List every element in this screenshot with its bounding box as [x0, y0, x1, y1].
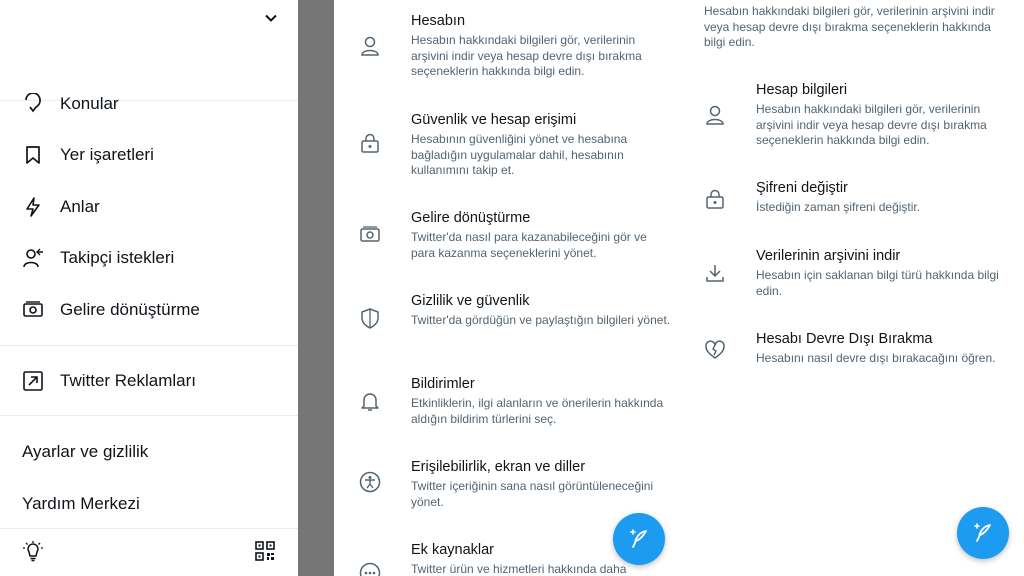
drawer-item-label: Anlar [60, 197, 100, 216]
account-row-title: Şifreni değiştir [756, 180, 848, 196]
external-link-icon [22, 370, 44, 392]
settings-row-desc: Twitter içeriğinin sana nasıl görüntülen… [411, 479, 654, 509]
shield-icon [359, 307, 381, 329]
drawer-item-bookmarks[interactable]: Yer işaretleri [0, 135, 298, 175]
account-intro-text: Hesabın hakkındaki bilgileri gör, verile… [704, 4, 995, 50]
settings-row-privacy[interactable]: Gizlilik ve güvenlik Twitter'da gördüğün… [334, 293, 690, 349]
drawer-item-moments[interactable]: Anlar [0, 187, 298, 227]
account-row-desc: İstediğin zaman şifreni değiştir. [756, 200, 921, 214]
drawer-item-label: Yer işaretleri [60, 145, 154, 164]
account-row-desc: Hesabın hakkındaki bilgileri gör, verile… [756, 102, 987, 148]
content-overlay[interactable] [298, 0, 334, 576]
account-row-title: Hesap bilgileri [756, 82, 848, 98]
drawer-item-label: Twitter Reklamları [60, 371, 197, 390]
settings-row-accessibility[interactable]: Erişilebilirlik, ekran ve diller Twitter… [334, 459, 690, 515]
account-row-download-archive[interactable]: Verilerinin arşivini indir Hesabın için … [690, 248, 1024, 304]
help-center-link[interactable]: Yardım Merkezi [22, 494, 140, 514]
settings-row-desc: Twitter'da nasıl para kazanabileceğini g… [411, 230, 647, 260]
settings-row-desc: Hesabın hakkındaki bilgileri gör, verile… [411, 33, 642, 79]
settings-row-security[interactable]: Güvenlik ve hesap erişimi Hesabının güve… [334, 112, 690, 182]
bell-icon [359, 390, 381, 412]
topics-icon [22, 93, 44, 115]
divider [0, 528, 298, 529]
divider [0, 415, 298, 416]
settings-panel: Hesabın Hesabın hakkındaki bilgileri gör… [334, 0, 690, 576]
side-drawer: Konular Yer işaretleri Anlar Takipçi ist… [0, 0, 298, 576]
compose-tweet-button[interactable] [957, 507, 1009, 559]
account-row-change-password[interactable]: Şifreni değiştir İstediğin zaman şifreni… [690, 180, 1024, 220]
person-icon [359, 35, 381, 57]
settings-row-title: Gelire dönüştürme [411, 210, 531, 226]
account-row-title: Hesabı Devre Dışı Bırakma [756, 331, 933, 347]
settings-row-title: Erişilebilirlik, ekran ve diller [411, 459, 586, 475]
settings-row-title: Hesabın [411, 13, 466, 29]
settings-row-title: Gizlilik ve güvenlik [411, 293, 530, 309]
lightning-icon [22, 196, 44, 218]
lock-icon [359, 132, 381, 154]
drawer-item-topics[interactable]: Konular [0, 84, 298, 124]
lock-icon [704, 188, 726, 210]
broken-heart-icon [704, 339, 726, 361]
download-icon [704, 262, 726, 284]
settings-row-title: Bildirimler [411, 376, 475, 392]
divider [0, 345, 298, 346]
account-row-desc: Hesabın için saklanan bilgi türü hakkınd… [756, 268, 999, 298]
settings-row-title: Ek kaynaklar [411, 542, 495, 558]
follower-request-icon [22, 247, 44, 269]
settings-row-desc: Hesabının güvenliğini yönet ve hesabına … [411, 132, 628, 178]
qr-code-icon[interactable] [254, 540, 276, 562]
compose-feather-icon [974, 523, 991, 542]
chevron-down-icon[interactable] [263, 10, 279, 26]
compose-feather-icon [630, 529, 647, 548]
settings-row-title: Güvenlik ve hesap erişimi [411, 112, 577, 128]
account-row-desc: Hesabını nasıl devre dışı bırakacağını ö… [756, 351, 996, 365]
account-panel: Hesabın hakkındaki bilgileri gör, verile… [690, 0, 1024, 576]
money-icon [22, 299, 44, 321]
money-icon [359, 224, 381, 246]
account-row-title: Verilerinin arşivini indir [756, 248, 901, 264]
lightbulb-icon[interactable] [22, 540, 44, 562]
more-icon [359, 562, 381, 576]
drawer-item-label: Takipçi istekleri [60, 248, 175, 267]
settings-row-account[interactable]: Hesabın Hesabın hakkındaki bilgileri gör… [334, 13, 690, 83]
person-icon [704, 104, 726, 126]
settings-row-monetization[interactable]: Gelire dönüştürme Twitter'da nasıl para … [334, 210, 690, 266]
settings-row-desc: Twitter'da gördüğün ve paylaştığın bilgi… [411, 313, 671, 327]
account-row-account-info[interactable]: Hesap bilgileri Hesabın hakkındaki bilgi… [690, 82, 1024, 152]
settings-and-privacy-link[interactable]: Ayarlar ve gizlilik [22, 442, 148, 462]
accessibility-icon [359, 471, 381, 493]
drawer-item-twitter-ads[interactable]: Twitter Reklamları [0, 361, 298, 401]
bookmark-icon [22, 144, 44, 166]
settings-row-desc: Etkinliklerin, ilgi alanların ve önerile… [411, 396, 664, 426]
settings-row-notifications[interactable]: Bildirimler Etkinliklerin, ilgi alanları… [334, 376, 690, 432]
compose-tweet-button[interactable] [613, 513, 665, 565]
drawer-item-label: Konular [60, 94, 119, 113]
drawer-item-label: Gelire dönüştürme [60, 300, 200, 319]
account-row-deactivate[interactable]: Hesabı Devre Dışı Bırakma Hesabını nasıl… [690, 331, 1024, 371]
drawer-item-follower-requests[interactable]: Takipçi istekleri [0, 238, 298, 278]
drawer-item-monetization[interactable]: Gelire dönüştürme [0, 290, 298, 330]
